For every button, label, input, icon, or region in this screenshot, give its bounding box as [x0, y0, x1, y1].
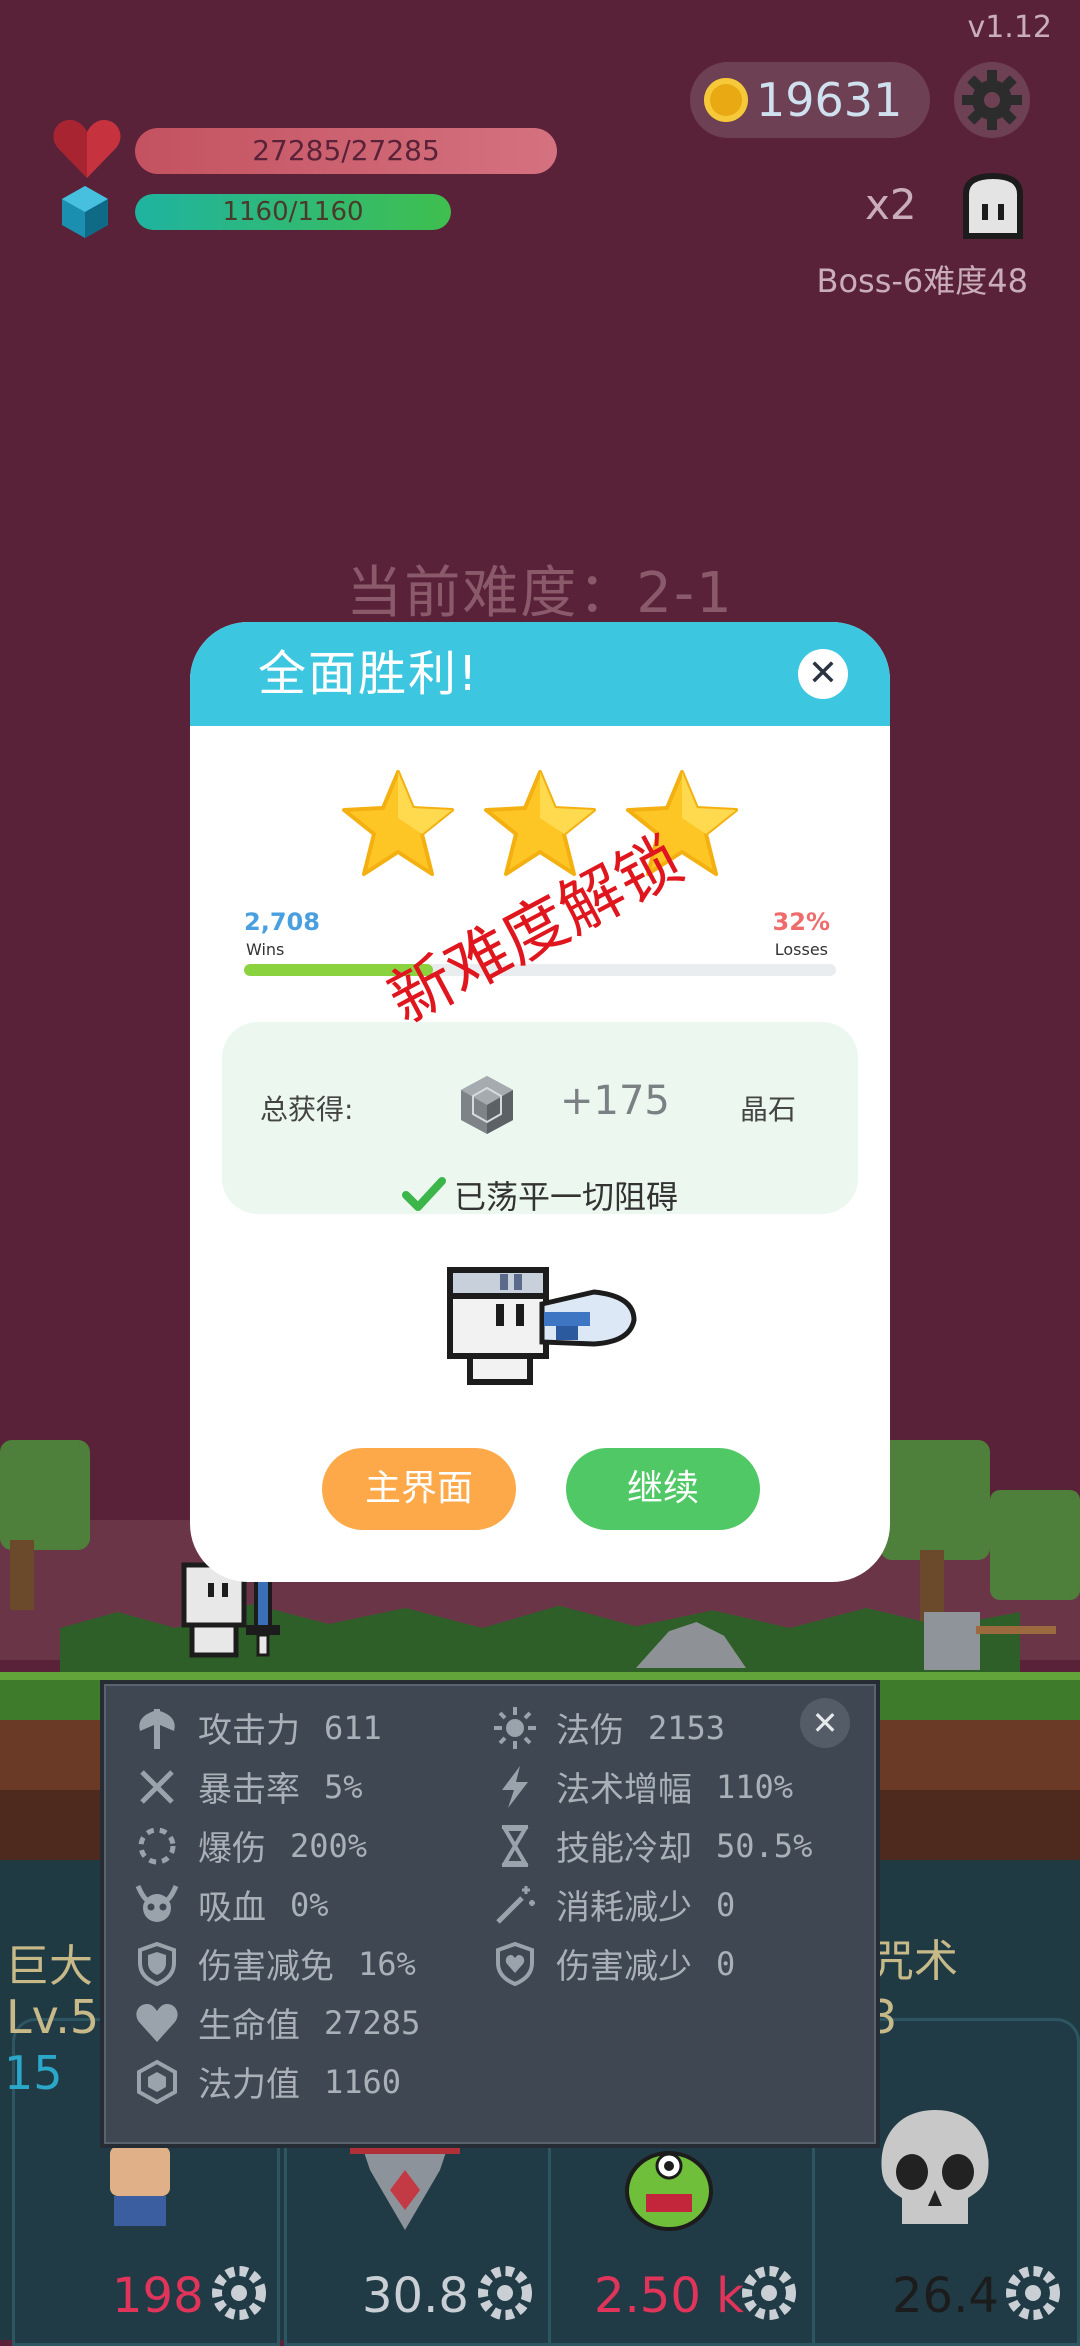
- continue-button[interactable]: 继续: [566, 1448, 760, 1530]
- coin-icon: [704, 78, 748, 122]
- sun-icon: [492, 1705, 538, 1751]
- victory-dialog: 全面胜利! ✕ 2,708 Wins 32% Losses 总获得: +175 …: [190, 622, 890, 1582]
- upgrade-gear-icon[interactable]: [210, 2264, 268, 2322]
- tree-far-right: [990, 1490, 1080, 1600]
- check-icon: [401, 1177, 446, 1211]
- mana-gem-icon: [134, 2059, 180, 2105]
- stat-row: 爆伤 200%: [134, 1816, 494, 1875]
- stat-row: 技能冷却 50.5%: [492, 1816, 852, 1875]
- slime-monster-icon: [625, 2151, 713, 2231]
- hp-text: 27285/27285: [252, 134, 440, 167]
- hourglass-icon: [492, 1823, 538, 1869]
- skill-name-right: 咒术: [870, 1936, 958, 1987]
- losses-label: Losses: [774, 940, 828, 959]
- fist-icon: [110, 2146, 170, 2226]
- coin-amount: 19631: [756, 73, 903, 127]
- upgrade-gear-icon[interactable]: [476, 2264, 534, 2322]
- coin-counter: 19631: [690, 62, 930, 138]
- skill-card-1-value: 198: [112, 2268, 204, 2324]
- stat-row: 攻击力 611: [134, 1698, 494, 1757]
- wins-value: 2,708: [244, 908, 320, 936]
- reward-label: 总获得:: [260, 1093, 354, 1126]
- lightning-icon: [492, 1764, 538, 1810]
- crystal-icon: [461, 1076, 513, 1134]
- mana-gem-icon: [62, 186, 108, 238]
- star-icon: [342, 770, 454, 876]
- stat-row: 暴击率 5%: [134, 1757, 494, 1816]
- gravestone: [924, 1612, 980, 1670]
- hp-bar: 27285/27285: [135, 128, 557, 174]
- stat-row: 法术增幅 110%: [492, 1757, 852, 1816]
- stat-row: 伤害减少 0: [492, 1934, 852, 1993]
- axe-icon: [134, 1705, 180, 1751]
- dialog-header: 全面胜利! ✕: [190, 622, 890, 726]
- mp-text: 1160/1160: [222, 197, 364, 227]
- current-difficulty: 当前难度：2-1: [346, 561, 734, 626]
- tree-left: [0, 1440, 90, 1610]
- heart-icon: [134, 2000, 180, 2046]
- reward-box: 总获得: +175 晶石 已荡平一切阻碍: [222, 1022, 858, 1216]
- skill-count-left: 15: [4, 2046, 63, 2100]
- stats-panel: 攻击力 611 暴击率 5% 爆伤 200% 吸血 0% 伤害减免 16% 生命…: [100, 1680, 880, 2148]
- dialog-title: 全面胜利!: [258, 646, 480, 702]
- tree-right: [880, 1440, 990, 1640]
- shield-icon: [134, 1941, 180, 1987]
- upgrade-gear-icon[interactable]: [1004, 2264, 1062, 2322]
- skill-level-left: Lv.5: [6, 1990, 100, 2044]
- stat-row: 吸血 0%: [134, 1875, 494, 1934]
- stat-row: 生命值 27285: [134, 1993, 494, 2052]
- wins-label: Wins: [246, 940, 285, 959]
- cleared-text: 已荡平一切阻碍: [453, 1178, 678, 1216]
- stat-row: 伤害减免 16%: [134, 1934, 494, 1993]
- armor-icon: [350, 2140, 460, 2230]
- magic-wand-icon: [492, 1882, 538, 1928]
- cleared-status: 已荡平一切阻碍: [222, 1172, 858, 1218]
- stat-row: 法力值 1160: [134, 2052, 494, 2111]
- horned-skull-icon: [134, 1882, 180, 1928]
- reward-unit: 晶石: [740, 1093, 797, 1126]
- version-label: v1.12: [967, 10, 1052, 45]
- skill-card-2-value: 30.8: [362, 2268, 469, 2324]
- gear-icon[interactable]: [954, 62, 1030, 138]
- stat-row: 消耗减少 0: [492, 1875, 852, 1934]
- ghost-icon[interactable]: [958, 170, 1028, 242]
- star-rating: [190, 768, 890, 880]
- losses-value: 32%: [772, 908, 830, 936]
- heart-shield-icon: [492, 1941, 538, 1987]
- burst-icon: [134, 1823, 180, 1869]
- stats-close-button[interactable]: ✕: [800, 1698, 850, 1748]
- hero-character-icon: [447, 1267, 637, 1385]
- skill-card-4-value: 26.4: [892, 2268, 999, 2324]
- stats-left-column: 攻击力 611 暴击率 5% 爆伤 200% 吸血 0% 伤害减免 16% 生命…: [134, 1698, 494, 2111]
- heart-icon: [53, 120, 121, 178]
- mp-bar: 1160/1160: [135, 194, 451, 230]
- boss-label: Boss-6难度48: [816, 262, 1028, 300]
- skill-card-3-value: 2.50 k: [594, 2268, 744, 2324]
- crit-icon: [134, 1764, 180, 1810]
- stats-right-column: 法伤 2153 法术增幅 110% 技能冷却 50.5% 消耗减少 0 伤害减少…: [492, 1698, 852, 1993]
- speed-toggle[interactable]: x2: [865, 180, 917, 229]
- upgrade-gear-icon[interactable]: [740, 2264, 798, 2322]
- skull-icon: [881, 2110, 989, 2224]
- close-button[interactable]: ✕: [798, 649, 848, 699]
- skill-name-left: 巨大: [5, 1941, 93, 1992]
- main-menu-button[interactable]: 主界面: [322, 1448, 516, 1530]
- reward-amount: +175: [560, 1078, 670, 1124]
- stat-row: 法伤 2153: [492, 1698, 852, 1757]
